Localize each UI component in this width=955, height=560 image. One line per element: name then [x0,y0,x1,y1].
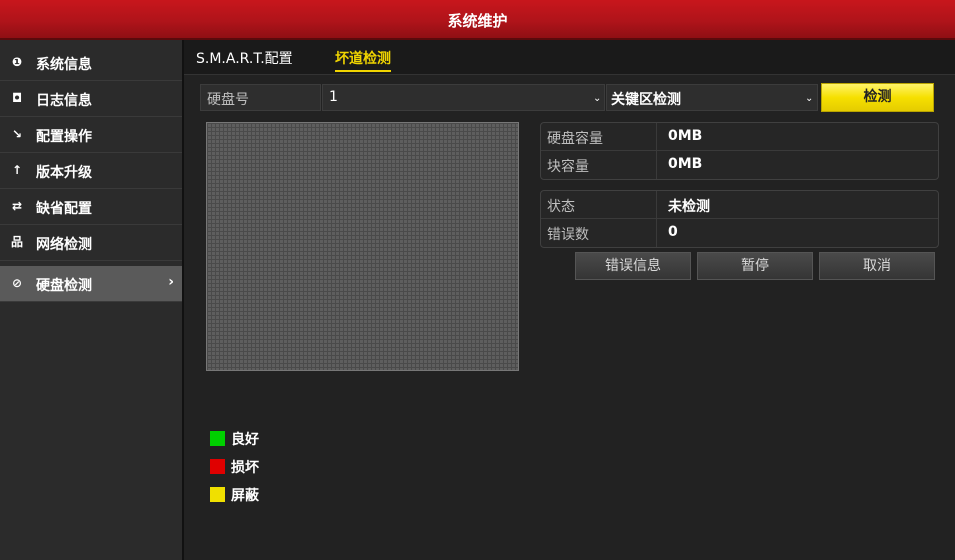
sidebar-item-network-check[interactable]: 品 网络检测 [0,225,182,261]
window-title: 系统维护 [447,12,508,30]
cancel-button[interactable]: 取消 [819,252,935,280]
sidebar-item-label: 版本升级 [36,165,92,181]
sidebar: ❶ 系统信息 ◘ 日志信息 ↘ 配置操作 ↑ 版本升级 ⇄ 缺省配置 品 网络检… [0,40,184,560]
errors-row: 错误数 0 [541,219,938,247]
sidebar-item-log-info[interactable]: ◘ 日志信息 [0,81,182,117]
sidebar-item-default-config[interactable]: ⇄ 缺省配置 [0,189,182,225]
sidebar-item-label: 网络检测 [36,237,92,253]
sidebar-item-label: 配置操作 [36,129,92,145]
sidebar-item-config-ops[interactable]: ↘ 配置操作 [0,117,182,153]
disk-select[interactable]: 1 ⌄ [322,84,605,111]
status-panel: 状态 未检测 错误数 0 [540,190,939,248]
sector-map-grid [206,122,519,371]
detect-button[interactable]: 检测 [821,83,934,112]
block-value: 0MB [668,156,703,172]
sidebar-item-disk-check[interactable]: ⊘ 硬盘检测 › [0,266,182,302]
disk-check-icon: ⊘ [11,276,23,290]
legend-label: 损坏 [231,460,259,476]
capacity-value: 0MB [668,128,703,144]
status-value: 未检测 [668,199,710,215]
capacity-row: 硬盘容量 0MB [541,123,938,151]
network-icon: 品 [10,235,23,249]
capacity-panel: 硬盘容量 0MB 块容量 0MB [540,122,939,180]
errors-label: 错误数 [547,227,589,243]
sidebar-item-label: 系统信息 [36,57,92,73]
upgrade-icon: ↑ [11,163,23,177]
status-label: 状态 [547,199,575,215]
legend-swatch [210,431,225,446]
tab-smart-config[interactable]: S.M.A.R.T.配置 [196,48,293,68]
sidebar-item-label: 缺省配置 [36,201,92,217]
title-bar: 系统维护 [0,0,955,40]
mode-select[interactable]: 关键区检测 ⌄ [606,84,818,111]
status-row: 状态 未检测 [541,191,938,219]
legend-label: 屏蔽 [231,488,259,504]
sidebar-item-label: 硬盘检测 [36,278,92,294]
tab-bad-sector-check[interactable]: 坏道检测 [335,48,391,72]
error-info-button[interactable]: 错误信息 [575,252,691,280]
legend-label: 良好 [231,432,259,448]
config-icon: ↘ [11,127,23,141]
default-icon: ⇄ [11,199,23,213]
capacity-label: 硬盘容量 [547,131,603,147]
legend-swatch [210,459,225,474]
disk-label-box: 硬盘号 [200,84,321,111]
chevron-right-icon: › [168,274,174,290]
chevron-down-icon: ⌄ [805,93,814,104]
sidebar-item-label: 日志信息 [36,93,92,109]
block-row: 块容量 0MB [541,151,938,179]
block-label: 块容量 [547,159,589,175]
disk-label: 硬盘号 [207,92,249,108]
disk-select-value: 1 [329,89,338,105]
pause-button[interactable]: 暂停 [697,252,813,280]
sidebar-item-upgrade[interactable]: ↑ 版本升级 [0,153,182,189]
mode-select-value: 关键区检测 [611,92,681,108]
main-panel: S.M.A.R.T.配置 坏道检测 硬盘号 1 ⌄ 关键区检测 ⌄ 检测 硬盘容… [184,40,955,560]
log-icon: ◘ [11,91,23,105]
legend-swatch [210,487,225,502]
sidebar-item-system-info[interactable]: ❶ 系统信息 [0,45,182,81]
errors-value: 0 [668,224,678,240]
info-icon: ❶ [11,55,23,69]
chevron-down-icon: ⌄ [593,93,602,104]
tab-bar: S.M.A.R.T.配置 坏道检测 [184,40,955,75]
